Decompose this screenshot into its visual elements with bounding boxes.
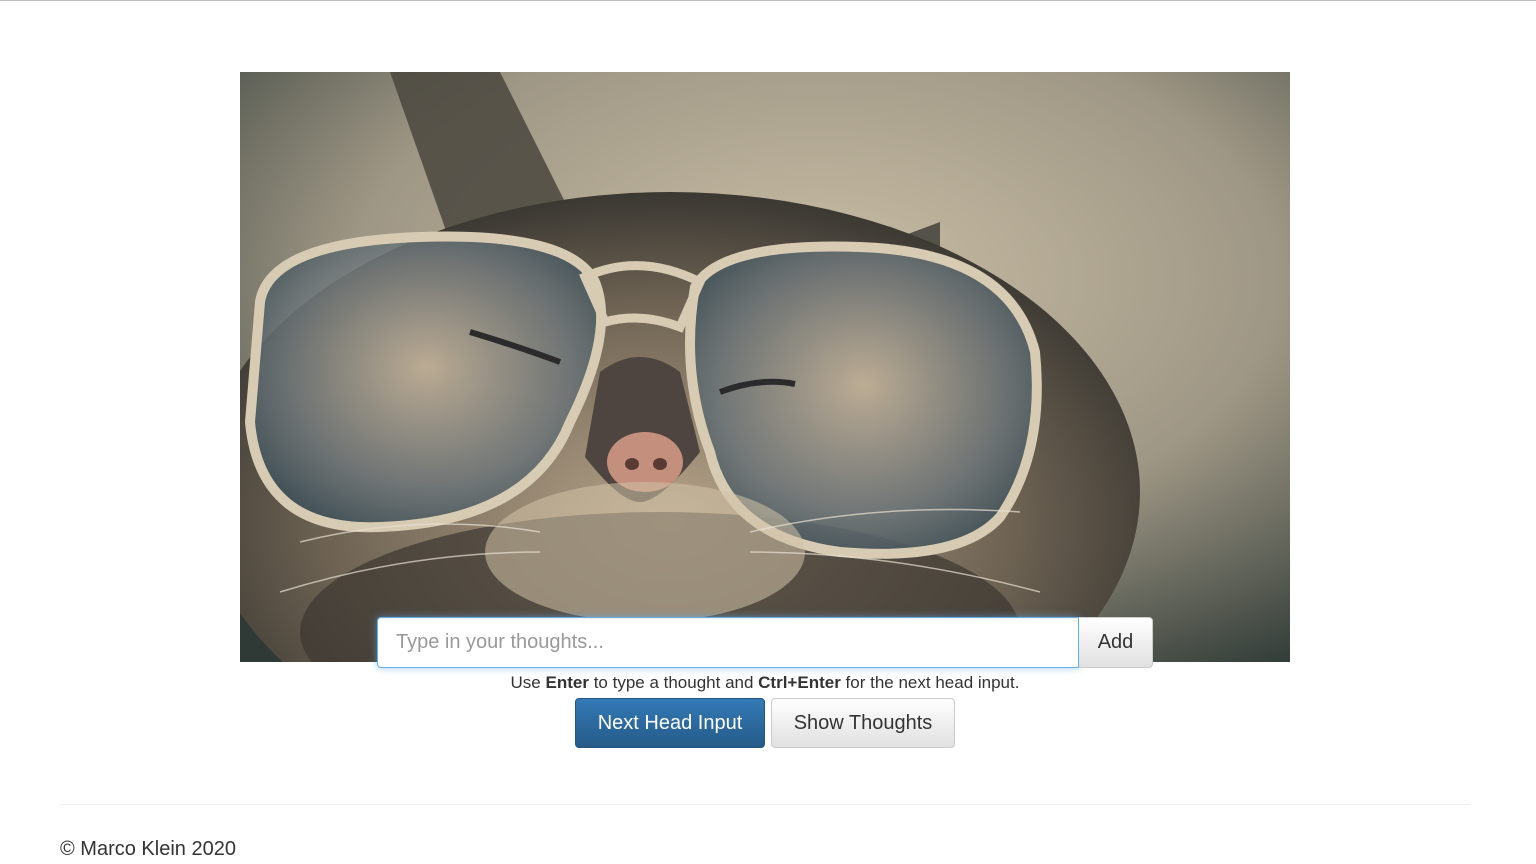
hint-key-enter: Enter: [545, 673, 589, 692]
top-border: [0, 0, 1536, 1]
action-buttons: Next Head Input Show Thoughts: [575, 698, 955, 748]
show-thoughts-button[interactable]: Show Thoughts: [771, 698, 955, 748]
hint-text-3: for the next head input.: [840, 673, 1020, 692]
keyboard-hint: Use Enter to type a thought and Ctrl+Ent…: [0, 673, 1530, 693]
hint-key-ctrl-enter: Ctrl+Enter: [758, 673, 841, 692]
add-button[interactable]: Add: [1079, 617, 1153, 668]
footer-copyright: © Marco Klein 2020: [60, 838, 236, 860]
hint-text-1: Use: [510, 673, 546, 692]
thought-input[interactable]: [377, 617, 1079, 668]
cat-photo-illustration: [240, 72, 1290, 662]
footer-divider: [60, 804, 1470, 805]
hint-text-2: to type a thought and: [588, 673, 759, 692]
thought-input-group: Add: [377, 617, 1153, 668]
next-head-input-button[interactable]: Next Head Input: [575, 698, 765, 748]
cat-with-glasses-image: [240, 72, 1290, 662]
